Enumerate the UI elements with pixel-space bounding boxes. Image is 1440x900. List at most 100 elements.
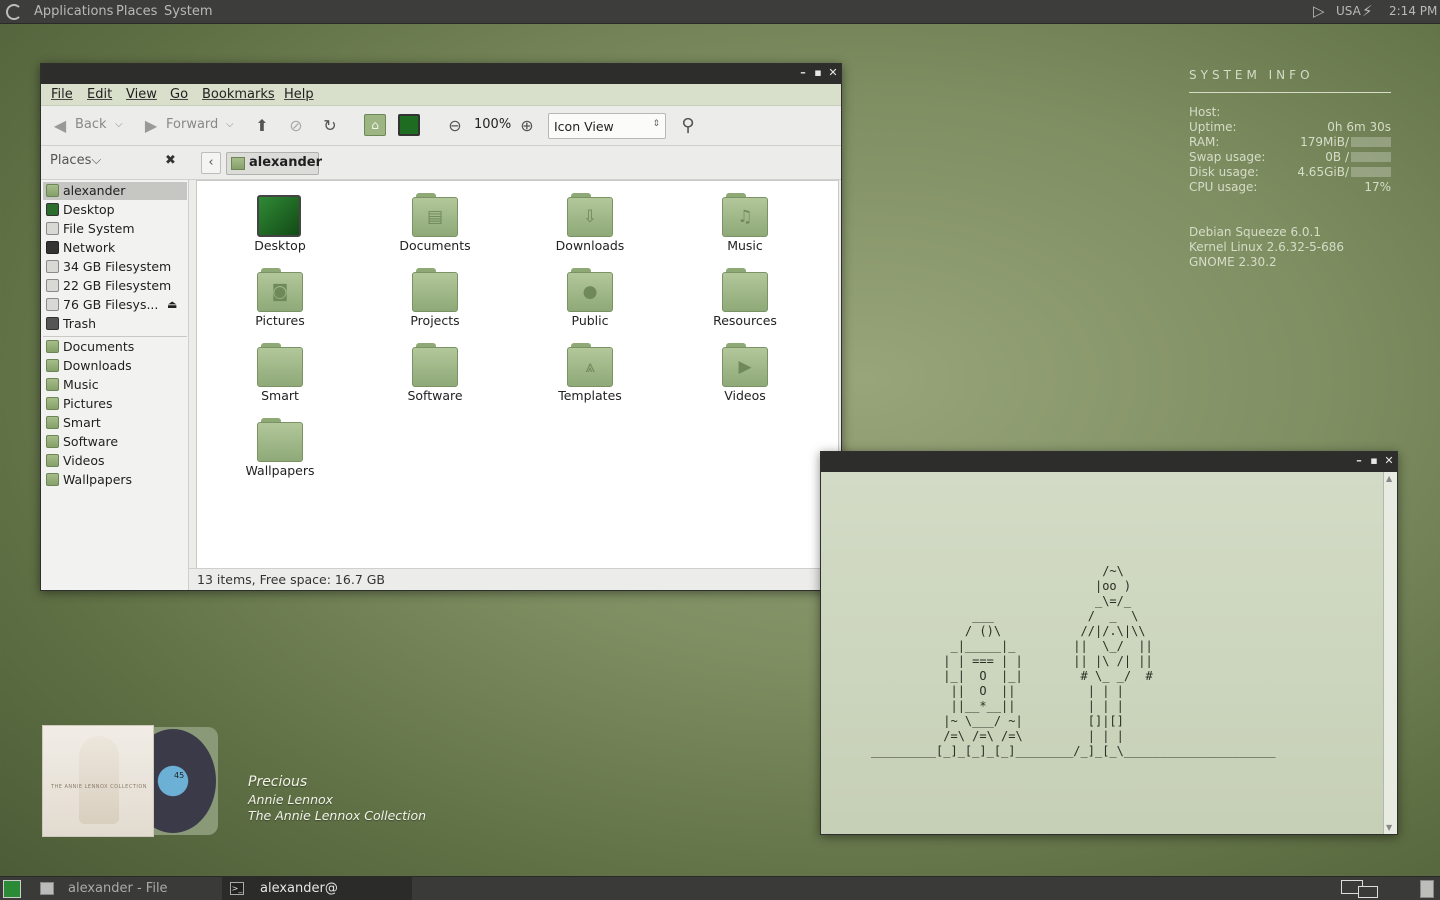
sidebar-divider [43,336,187,337]
file-item-resources[interactable]: Resources [680,260,810,332]
terminal-scrollbar[interactable]: ▲ ▼ [1383,472,1397,834]
file-item-desktop[interactable]: Desktop [215,185,345,257]
folder-icon [412,343,458,387]
minimize-icon[interactable]: – [797,66,809,80]
trash-applet-icon[interactable] [1420,880,1434,898]
menu-bar: File Edit View Go Bookmarks Help [41,84,841,106]
track-album: The Annie Lennox Collection [248,808,427,823]
search-icon[interactable]: ⚲ [677,114,699,136]
help-menu[interactable]: Help [284,87,314,102]
eject-icon[interactable]: ⏏ [167,296,177,314]
desktop-icon [257,193,303,237]
places-menu[interactable]: Places [116,4,157,19]
file-item-downloads[interactable]: ⇩ Downloads [525,185,655,257]
zoom-out-icon[interactable]: ⊖ [444,114,466,136]
forward-history-chevron-icon[interactable]: ⌵ [226,119,234,130]
forward-button[interactable]: Forward [166,117,218,132]
power-plug-icon[interactable]: ⚡ [1362,2,1373,20]
sidebar-item-22gb-filesystem[interactable]: 22 GB Filesystem [43,277,187,295]
cpu-row: CPU usage: 17% [1189,180,1391,194]
keyboard-layout-indicator[interactable]: USA [1336,4,1361,18]
network-icon[interactable]: ▷ [1313,2,1325,20]
sidebar-item-file-system[interactable]: File System [43,220,187,238]
sidebar-item-software[interactable]: Software [43,433,187,451]
window-titlebar[interactable]: – ▪ ✕ [41,64,841,84]
sidebar-item-34gb-filesystem[interactable]: 34 GB Filesystem [43,258,187,276]
kernel-label: Kernel Linux 2.6.32-5-686 [1189,240,1345,254]
pane-divider[interactable] [189,180,196,568]
sidebar-item-wallpapers[interactable]: Wallpapers [43,471,187,489]
file-item-templates[interactable]: ⩓ Templates [525,335,655,407]
reload-icon[interactable]: ↻ [319,114,341,136]
up-arrow-icon[interactable]: ⬆ [251,114,273,136]
sidebar-item-desktop[interactable]: Desktop [43,201,187,219]
view-mode-value: Icon View [554,119,614,134]
disc-label: 45 [174,771,185,780]
bookmarks-menu[interactable]: Bookmarks [202,87,275,102]
terminal-titlebar[interactable]: – ▪ ✕ [821,452,1397,472]
zoom-in-icon[interactable]: ⊕ [516,114,538,136]
sidebar-item-videos[interactable]: Videos [43,452,187,470]
file-item-software[interactable]: Software [370,335,500,407]
system-info-heading: SYSTEM INFO [1189,68,1314,82]
view-mode-select[interactable]: Icon View ⇕ [548,113,666,139]
sidebar-item-trash[interactable]: Trash [43,315,187,333]
file-item-projects[interactable]: Projects [370,260,500,332]
sidebar-item-music[interactable]: Music [43,376,187,394]
edit-menu[interactable]: Edit [87,87,112,102]
taskbar-terminal[interactable]: >_ alexander@ [222,877,412,900]
sidebar-item-network[interactable]: Network [43,239,187,257]
folder-icon [46,435,59,448]
view-menu[interactable]: View [126,87,157,102]
show-desktop-icon[interactable] [3,880,21,898]
workspace-switcher-2[interactable] [1358,886,1378,898]
sidebar-item-documents[interactable]: Documents [43,338,187,356]
minimize-icon[interactable]: – [1353,454,1365,468]
go-menu[interactable]: Go [170,87,188,102]
sidebar-item-pictures[interactable]: Pictures [43,395,187,413]
close-icon[interactable]: ✕ [1383,454,1395,468]
file-item-smart[interactable]: Smart [215,335,345,407]
desktop-icon [46,203,59,216]
sidebar-item-76gb-filesystem[interactable]: 76 GB Filesys... ⏏ [43,296,187,314]
maximize-icon[interactable]: ▪ [1368,454,1380,468]
file-item-public[interactable]: ● Public [525,260,655,332]
file-item-music[interactable]: ♫ Music [680,185,810,257]
path-left-arrow-icon[interactable]: ‹ [201,152,221,174]
zoom-level: 100% [474,117,512,132]
system-menu[interactable]: System [164,4,212,19]
path-button-alexander[interactable]: alexander [226,152,322,175]
file-menu[interactable]: File [51,87,73,102]
computer-icon[interactable] [398,114,420,136]
taskbar-file-browser[interactable]: alexander - File Browser [30,877,220,900]
file-item-wallpapers[interactable]: Wallpapers [215,410,345,482]
folder-icon [46,416,59,429]
album-cover[interactable]: THE ANNIE LENNOX COLLECTION [42,725,154,837]
sidebar-item-downloads[interactable]: Downloads [43,357,187,375]
status-bar: 13 items, Free space: 16.7 GB [189,568,841,590]
debian-logo-icon[interactable] [6,4,22,20]
scroll-down-icon[interactable]: ▼ [1386,823,1392,832]
back-button[interactable]: Back [75,117,107,132]
path-label: alexander [249,155,322,170]
clock[interactable]: 2:14 PM [1389,4,1437,18]
sidebar-item-smart[interactable]: Smart [43,414,187,432]
close-icon[interactable]: ✕ [827,66,839,80]
file-item-videos[interactable]: ▶ Videos [680,335,810,407]
sidebar-item-alexander[interactable]: alexander [43,182,187,200]
folder-icon [46,378,59,391]
close-sidebar-icon[interactable]: ✖ [165,153,176,168]
places-dropdown[interactable]: Places⌵ [50,153,101,168]
icon-view: Desktop ▤ Documents ⇩ Downloads ♫ Music … [196,180,839,570]
public-folder-icon: ● [567,268,613,312]
back-history-chevron-icon[interactable]: ⌵ [115,119,123,130]
file-item-pictures[interactable]: ◙ Pictures [215,260,345,332]
applications-menu[interactable]: Applications [34,4,113,19]
terminal-screen[interactable]: /~\ |oo ) _\=/_ ___ / _ \ / ()\ //|/.\|\… [821,472,1383,834]
maximize-icon[interactable]: ▪ [812,66,824,80]
home-icon[interactable]: ⌂ [364,114,386,136]
pictures-folder-icon: ◙ [257,268,303,312]
stop-icon[interactable]: ⊘ [285,114,307,136]
scroll-up-icon[interactable]: ▲ [1386,474,1392,483]
file-item-documents[interactable]: ▤ Documents [370,185,500,257]
